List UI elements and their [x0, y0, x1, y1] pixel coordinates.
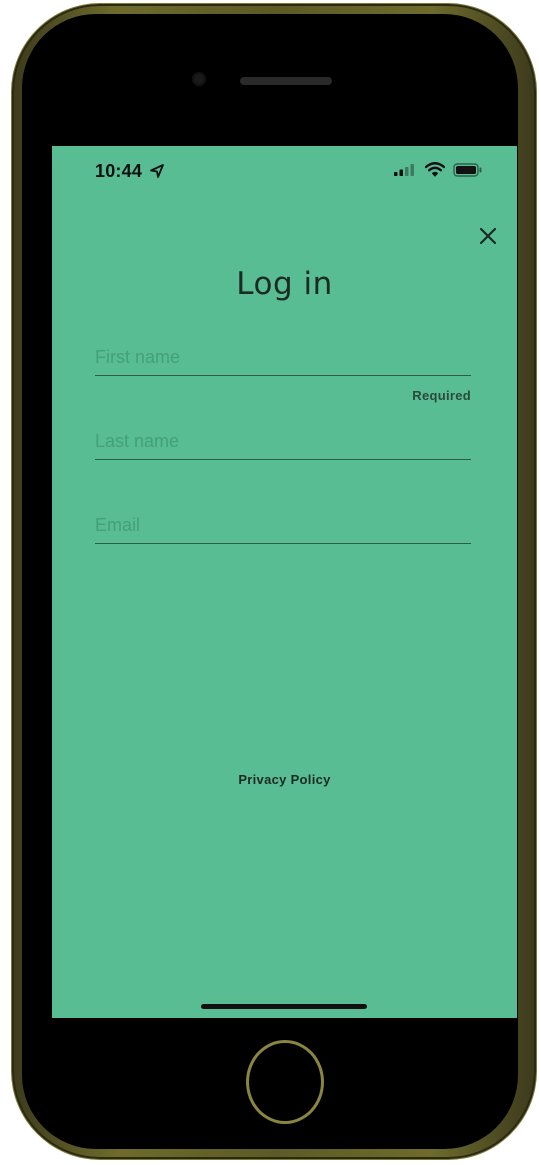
first-name-required-hint: Required	[412, 388, 471, 403]
cellular-signal-icon	[394, 163, 414, 176]
home-indicator[interactable]	[201, 1004, 367, 1009]
status-bar-icons	[393, 162, 483, 177]
email-input[interactable]	[95, 507, 471, 544]
page-title: Log in	[236, 266, 333, 302]
login-screen: 10:44 Log in First name Required Last na…	[52, 146, 517, 1018]
phone-device: 10:44 Log in First name Required Last na…	[4, 0, 536, 1163]
status-bar-time: 10:44	[95, 161, 165, 182]
battery-icon	[453, 162, 482, 177]
earpiece-speaker	[240, 77, 332, 85]
close-icon	[479, 227, 497, 245]
wifi-icon	[425, 162, 445, 177]
close-button[interactable]	[476, 224, 500, 248]
location-arrow-icon	[150, 164, 165, 178]
home-button[interactable]	[246, 1040, 324, 1124]
privacy-policy-link[interactable]: Privacy Policy	[52, 772, 517, 787]
front-camera	[192, 72, 206, 86]
first-name-input[interactable]	[95, 339, 471, 376]
last-name-input[interactable]	[95, 423, 471, 460]
